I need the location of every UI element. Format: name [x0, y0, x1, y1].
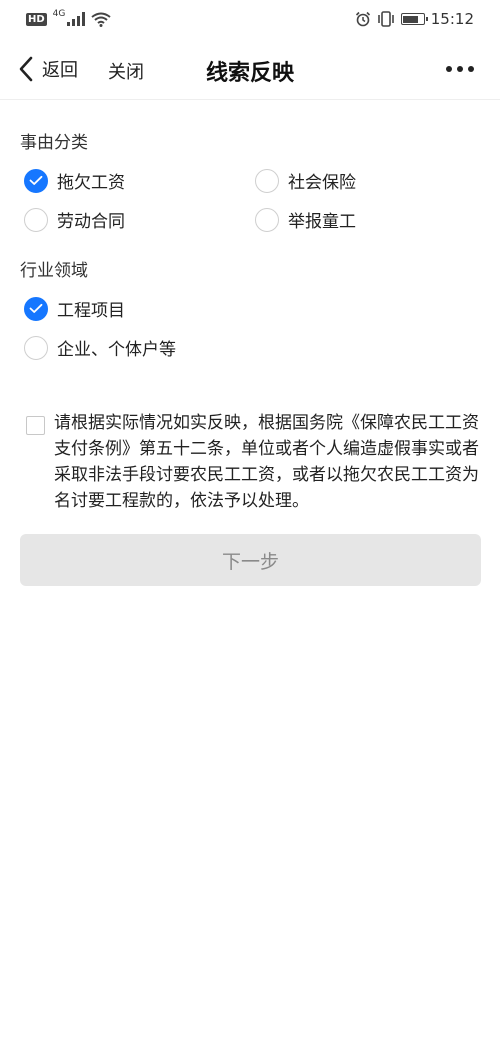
status-bar-right: 15:12 [355, 10, 474, 28]
option-label: 企业、个体户等 [57, 340, 176, 360]
option-label: 工程项目 [57, 301, 125, 321]
industry-option-enterprise[interactable]: 企业、个体户等 [24, 335, 176, 360]
reason-section-title: 事由分类 [20, 133, 88, 153]
vibrate-icon [377, 11, 394, 27]
checkmark-icon [29, 303, 43, 313]
next-step-button[interactable]: 下一步 [20, 534, 481, 586]
radio-checked-icon [24, 296, 48, 321]
wifi-icon [91, 12, 111, 27]
reason-option-labor-contract[interactable]: 劳动合同 [24, 207, 125, 232]
hd-icon: HD [26, 12, 47, 26]
signal-icon [67, 12, 86, 26]
reason-option-child-labor[interactable]: 举报童工 [255, 207, 356, 232]
radio-icon [255, 168, 279, 193]
radio-icon [24, 207, 48, 232]
nav-bar: 返回 关闭 线索反映 [0, 38, 500, 100]
option-label: 举报童工 [288, 212, 356, 232]
alarm-icon [355, 11, 370, 27]
radio-icon [255, 207, 279, 232]
option-label: 拖欠工资 [57, 173, 125, 193]
agreement: 请根据实际情况如实反映，根据国务院《保障农民工工资支付条例》第五十二条，单位或者… [26, 410, 486, 514]
battery-level [403, 15, 418, 23]
agreement-text: 请根据实际情况如实反映，根据国务院《保障农民工工资支付条例》第五十二条，单位或者… [54, 413, 479, 511]
status-bar: HD 4G 15:12 [0, 0, 500, 38]
network-type-label: 4G [52, 9, 66, 19]
industry-section-title: 行业领域 [20, 261, 88, 281]
battery-icon [400, 13, 428, 25]
more-dot [457, 66, 463, 72]
radio-checked-icon [24, 168, 48, 193]
more-dot [446, 66, 452, 72]
reason-option-social-insurance[interactable]: 社会保险 [255, 168, 356, 193]
more-dot [468, 66, 474, 72]
reason-option-wage-arrears[interactable]: 拖欠工资 [24, 168, 125, 193]
agreement-checkbox[interactable] [26, 416, 45, 435]
page-title: 线索反映 [205, 61, 294, 86]
option-label: 劳动合同 [57, 212, 125, 232]
more-dots-icon[interactable] [446, 66, 474, 72]
radio-icon [24, 335, 48, 360]
checkmark-icon [29, 175, 43, 185]
industry-option-engineering-project[interactable]: 工程项目 [24, 296, 125, 321]
status-time: 15:12 [430, 10, 474, 28]
option-label: 社会保险 [288, 173, 356, 193]
status-bar-left: HD 4G [26, 9, 111, 27]
